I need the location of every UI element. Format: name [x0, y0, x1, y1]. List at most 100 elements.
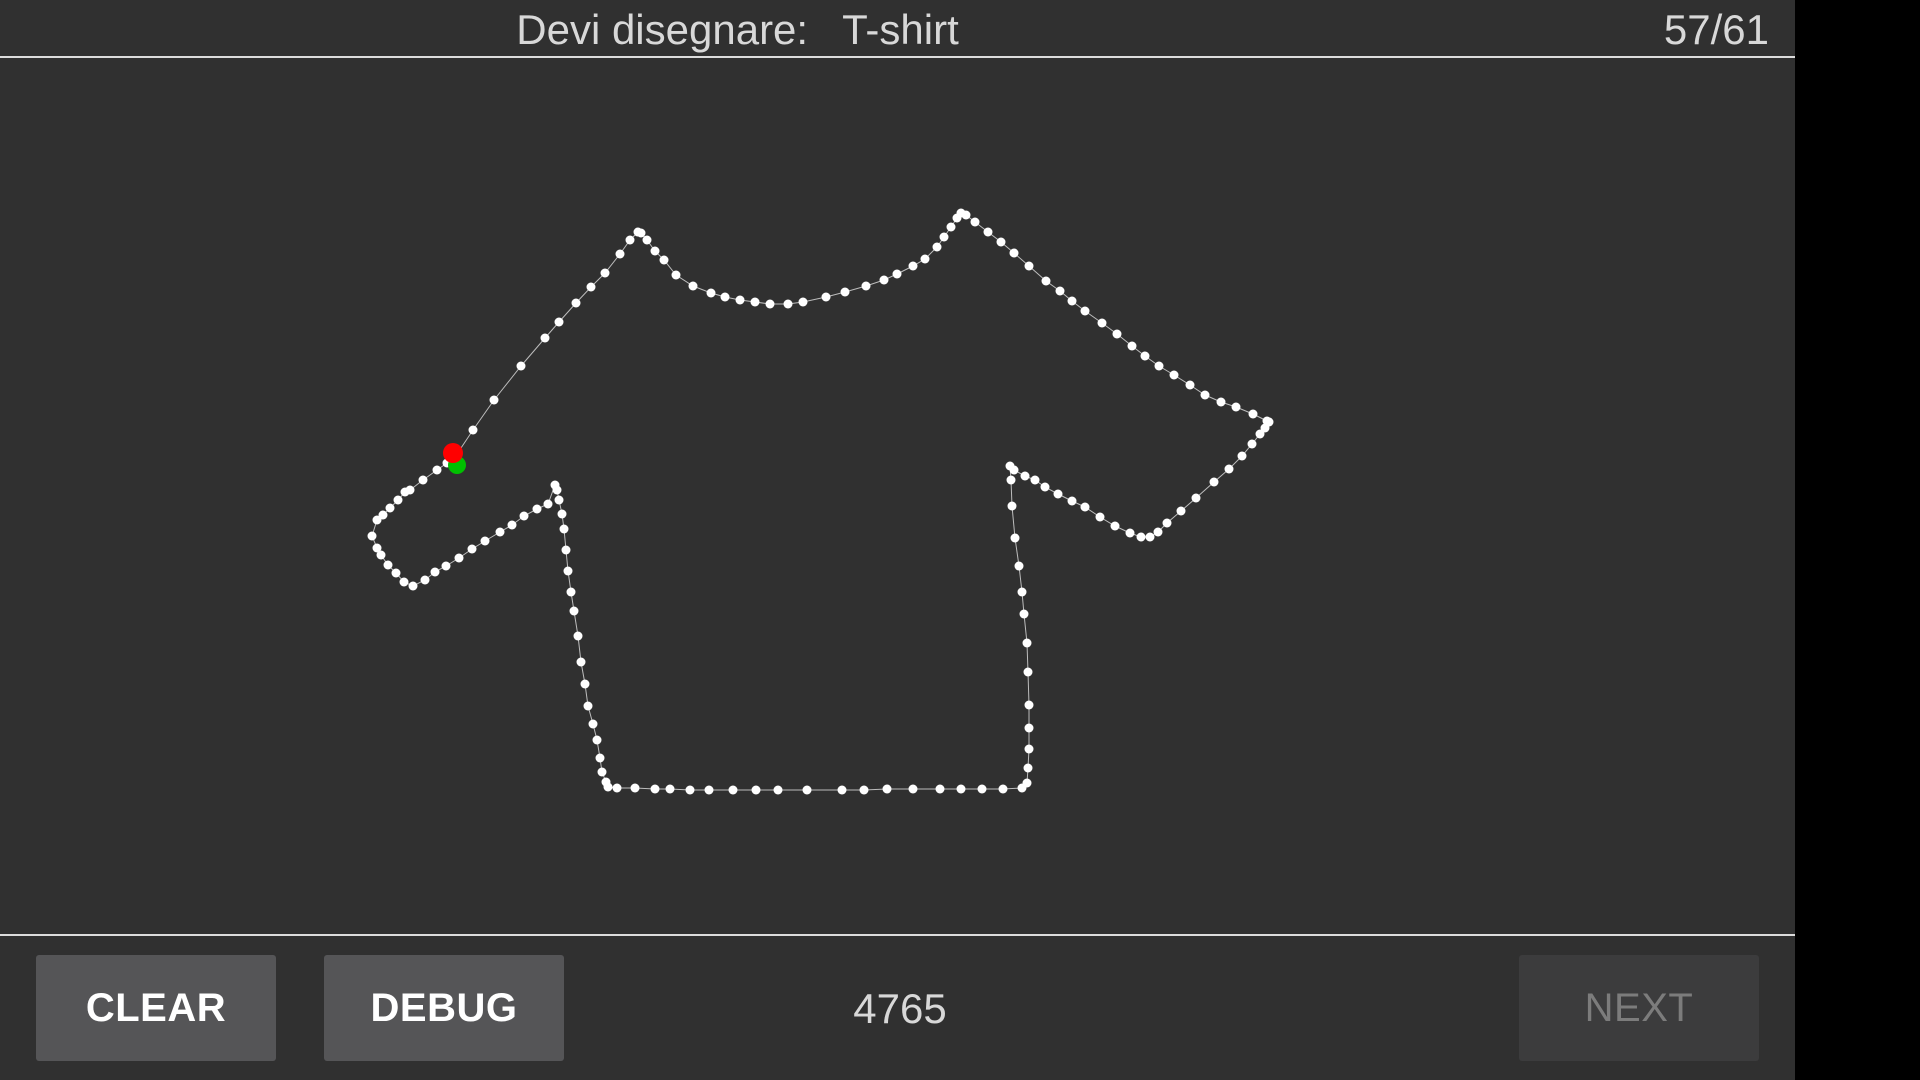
debug-button[interactable]: DEBUG [324, 955, 564, 1061]
drawing-stroke [367, 208, 1274, 795]
stroke-point [1145, 532, 1155, 542]
stroke-point [1191, 493, 1201, 503]
stroke-point [1185, 380, 1195, 390]
stroke-point [441, 561, 451, 571]
stroke-point [495, 527, 505, 537]
stroke-point [630, 783, 640, 793]
stroke-point [601, 777, 611, 787]
stroke-point [1024, 744, 1034, 754]
stroke-point [920, 254, 930, 264]
stroke-point [650, 784, 660, 794]
stroke-point [554, 317, 564, 327]
stroke-point [1127, 341, 1137, 351]
stroke-point [783, 299, 793, 309]
stroke-point [571, 298, 581, 308]
stroke-point [519, 511, 529, 521]
stroke-point [882, 784, 892, 794]
stroke-point [540, 333, 550, 343]
stroke-point [1040, 482, 1050, 492]
stroke-point [454, 553, 464, 563]
stroke-point [935, 784, 945, 794]
stroke-point [583, 701, 593, 711]
stroke-point [1006, 475, 1016, 485]
stroke-point [467, 544, 477, 554]
stroke-point [1162, 518, 1172, 528]
stroke-point [543, 499, 553, 509]
stroke-point [1024, 723, 1034, 733]
stroke-point [1019, 609, 1029, 619]
navigation-bar-area [1795, 0, 1920, 1080]
stroke-point [970, 217, 980, 227]
stroke-point [1055, 286, 1065, 296]
stroke-point [956, 784, 966, 794]
stroke-point [1030, 475, 1040, 485]
stroke-point [1216, 397, 1226, 407]
stroke-point [798, 297, 808, 307]
stroke-point [908, 784, 918, 794]
stroke-point [946, 222, 956, 232]
stroke-point [516, 361, 526, 371]
next-button[interactable]: NEXT [1519, 955, 1759, 1061]
stroke-point [1231, 402, 1241, 412]
stroke-point [735, 295, 745, 305]
stroke-point [1209, 477, 1219, 487]
stroke-point [1237, 451, 1247, 461]
stroke-point [859, 785, 869, 795]
stroke-point [563, 566, 573, 576]
stroke-point [418, 475, 428, 485]
stroke-point [405, 485, 415, 495]
stroke-point [561, 545, 571, 555]
stroke-point [1136, 532, 1146, 542]
drawing-app-screen: Devi disegnare: T-shirt 57/61 CLEAR DEBUG… [0, 0, 1795, 1080]
stroke-point [1010, 533, 1020, 543]
stroke-point [1080, 306, 1090, 316]
stroke-point [592, 735, 602, 745]
stroke-point [489, 395, 499, 405]
stroke-point [566, 587, 576, 597]
stroke-point [573, 631, 583, 641]
stroke-point [399, 577, 409, 587]
stroke-point [1154, 361, 1164, 371]
stroke-point [720, 292, 730, 302]
stroke-point [1153, 527, 1163, 537]
stroke-point [685, 785, 695, 795]
stroke-point [597, 767, 607, 777]
stroke-point [1255, 429, 1265, 439]
stroke-point [480, 536, 490, 546]
stroke-point [1067, 496, 1077, 506]
stroke-point [998, 784, 1008, 794]
clear-button[interactable]: CLEAR [36, 955, 276, 1061]
stroke-point [559, 524, 569, 534]
prompt-label: Devi disegnare: [516, 6, 809, 53]
stroke-point [507, 520, 517, 530]
stroke-point [420, 575, 430, 585]
stroke-point [532, 504, 542, 514]
stroke-point [1080, 502, 1090, 512]
stroke-point [773, 785, 783, 795]
stroke-point [391, 568, 401, 578]
stroke-point [961, 210, 971, 220]
stroke-point [671, 270, 681, 280]
stroke-point [580, 679, 590, 689]
stroke-line [371, 212, 1270, 791]
stroke-point [802, 785, 812, 795]
stroke-point [1095, 512, 1105, 522]
stroke-point [615, 249, 625, 259]
stroke-point [840, 287, 850, 297]
stroke-point [576, 657, 586, 667]
stroke-point [659, 255, 669, 265]
prompt-word: T-shirt [842, 6, 959, 53]
stroke-point [1176, 506, 1186, 516]
stroke-point [1248, 409, 1258, 419]
stroke-point [983, 227, 993, 237]
stroke-point [1247, 439, 1257, 449]
header-bar: Devi disegnare: T-shirt 57/61 [0, 0, 1795, 57]
stroke-point [765, 299, 775, 309]
stroke-point [430, 567, 440, 577]
stroke-point [468, 425, 478, 435]
stroke-point [1017, 783, 1027, 793]
drawing-canvas[interactable] [0, 58, 1795, 934]
stroke-point [1007, 501, 1017, 511]
stroke-point [704, 785, 714, 795]
stroke-point [588, 719, 598, 729]
